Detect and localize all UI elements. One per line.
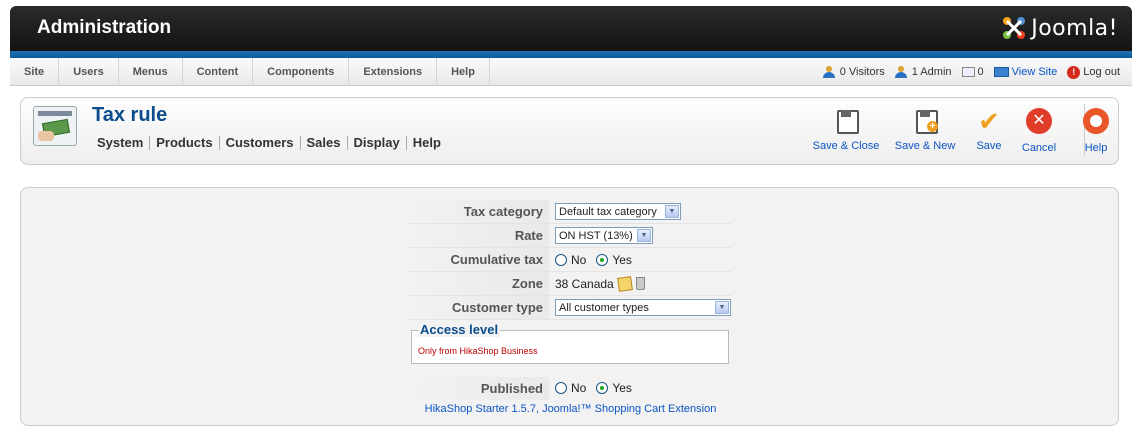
cumulative-no-label[interactable]: No <box>571 253 586 267</box>
logout-icon: ! <box>1067 65 1081 79</box>
tax-category-label: Tax category <box>409 200 549 223</box>
admins-status: 1 Admin <box>894 66 952 78</box>
cumulative-no-radio[interactable] <box>555 253 567 266</box>
check-icon: ✔ <box>978 106 1000 136</box>
tax-category-value: Default tax category <box>559 205 657 218</box>
admins-icon <box>894 66 909 78</box>
help-button[interactable]: Help <box>1081 106 1111 154</box>
messages-icon <box>961 67 975 77</box>
menu-users[interactable]: Users <box>59 57 119 86</box>
admins-count: 1 Admin <box>911 66 952 78</box>
status-bar: 0 Visitors 1 Admin 0 View Site ! Log out <box>822 58 1120 86</box>
lifebuoy-icon <box>1083 108 1109 134</box>
save-close-label: Save & Close <box>812 140 880 152</box>
main-menu: Site Users Menus Content Components Exte… <box>10 57 1132 86</box>
joomla-logo-text: Joomla! <box>1031 15 1118 41</box>
published-yes-radio[interactable] <box>596 382 609 394</box>
tax-rule-form-box: Tax category Default tax category ▼ Rate… <box>20 187 1119 426</box>
chevron-down-icon: ▼ <box>665 205 679 218</box>
page-title: Tax rule <box>92 104 168 126</box>
zone-row: Zone 38 Canada <box>409 272 731 296</box>
cancel-button[interactable]: ✕ Cancel <box>1019 106 1059 154</box>
zone-label: Zone <box>409 272 549 295</box>
access-level-fieldset: Access level Only from HikaShop Business <box>411 322 729 364</box>
hikashop-footer-link[interactable]: HikaShop Starter 1.5.7, Joomla!™ Shoppin… <box>21 403 1120 415</box>
trash-icon[interactable] <box>635 277 645 290</box>
menu-content[interactable]: Content <box>183 57 254 86</box>
tax-category-select[interactable]: Default tax category ▼ <box>555 203 681 220</box>
submenu-system[interactable]: System <box>97 136 151 150</box>
submenu-help[interactable]: Help <box>407 136 447 150</box>
submenu-display[interactable]: Display <box>348 136 407 150</box>
submenu-customers[interactable]: Customers <box>220 136 301 150</box>
admin-header: Administration Joomla! <box>10 6 1132 58</box>
save-close-icon <box>831 106 861 136</box>
rate-label: Rate <box>409 224 549 247</box>
submenu-sales[interactable]: Sales <box>301 136 348 150</box>
header-title: Administration <box>37 17 172 38</box>
cumulative-yes-label[interactable]: Yes <box>612 253 632 267</box>
rate-select[interactable]: ON HST (13%) ▼ <box>555 227 653 244</box>
rate-row: Rate ON HST (13%) ▼ <box>409 224 731 248</box>
save-button[interactable]: ✔ Save <box>972 106 1006 152</box>
customer-type-label: Customer type <box>409 296 549 319</box>
cumulative-tax-label: Cumulative tax <box>409 248 549 271</box>
published-no-radio[interactable] <box>555 382 567 394</box>
save-close-button[interactable]: Save & Close <box>811 106 881 152</box>
published-no-label[interactable]: No <box>571 381 586 395</box>
access-level-message: Only from HikaShop Business <box>418 346 538 356</box>
visitors-icon <box>822 66 837 78</box>
cumulative-tax-row: Cumulative tax No Yes <box>409 248 731 272</box>
visitors-count: 0 Visitors <box>839 66 885 78</box>
view-site-label: View Site <box>1011 66 1058 78</box>
tax-rule-form: Tax category Default tax category ▼ Rate… <box>409 200 731 400</box>
chevron-down-icon: ▼ <box>715 301 729 314</box>
customer-type-value: All customer types <box>559 301 649 314</box>
cancel-icon: ✕ <box>1026 108 1052 134</box>
help-label: Help <box>1084 142 1108 154</box>
hikashop-submenu: System Products Customers Sales Display … <box>97 136 447 150</box>
menu-menus[interactable]: Menus <box>119 57 183 86</box>
tax-category-row: Tax category Default tax category ▼ <box>409 200 731 224</box>
joomla-logo-icon <box>1003 17 1026 39</box>
edit-icon[interactable] <box>616 275 633 292</box>
access-level-legend: Access level <box>418 322 501 337</box>
customer-type-select[interactable]: All customer types ▼ <box>555 299 731 316</box>
menu-site[interactable]: Site <box>10 57 60 86</box>
cumulative-yes-radio[interactable] <box>596 253 609 266</box>
visitors-status: 0 Visitors <box>822 66 885 78</box>
zone-value: 38 Canada <box>555 276 614 291</box>
save-new-icon: + <box>910 106 940 136</box>
customer-type-row: Customer type All customer types ▼ <box>409 296 731 320</box>
tax-rule-icon <box>33 106 77 146</box>
messages-status[interactable]: 0 <box>961 66 984 78</box>
joomla-logo[interactable]: Joomla! <box>1001 15 1118 41</box>
published-label: Published <box>409 376 549 400</box>
menu-extensions[interactable]: Extensions <box>349 57 438 86</box>
save-label: Save <box>976 140 1002 152</box>
save-new-label: Save & New <box>894 140 956 152</box>
messages-count: 0 <box>977 66 984 78</box>
save-new-button[interactable]: + Save & New <box>893 106 957 152</box>
submenu-products[interactable]: Products <box>150 136 220 150</box>
logout-link[interactable]: ! Log out <box>1067 65 1120 79</box>
menu-help[interactable]: Help <box>437 57 490 86</box>
monitor-icon <box>993 67 1009 77</box>
cancel-label: Cancel <box>1021 142 1057 154</box>
menu-components[interactable]: Components <box>253 57 350 86</box>
published-row: Published No Yes <box>409 376 731 400</box>
toolbar-box: Tax rule System Products Customers Sales… <box>20 97 1119 165</box>
view-site-link[interactable]: View Site <box>993 66 1058 78</box>
rate-value: ON HST (13%) <box>559 229 633 242</box>
logout-label: Log out <box>1083 66 1120 78</box>
published-yes-label[interactable]: Yes <box>612 381 632 395</box>
chevron-down-icon: ▼ <box>637 229 651 242</box>
